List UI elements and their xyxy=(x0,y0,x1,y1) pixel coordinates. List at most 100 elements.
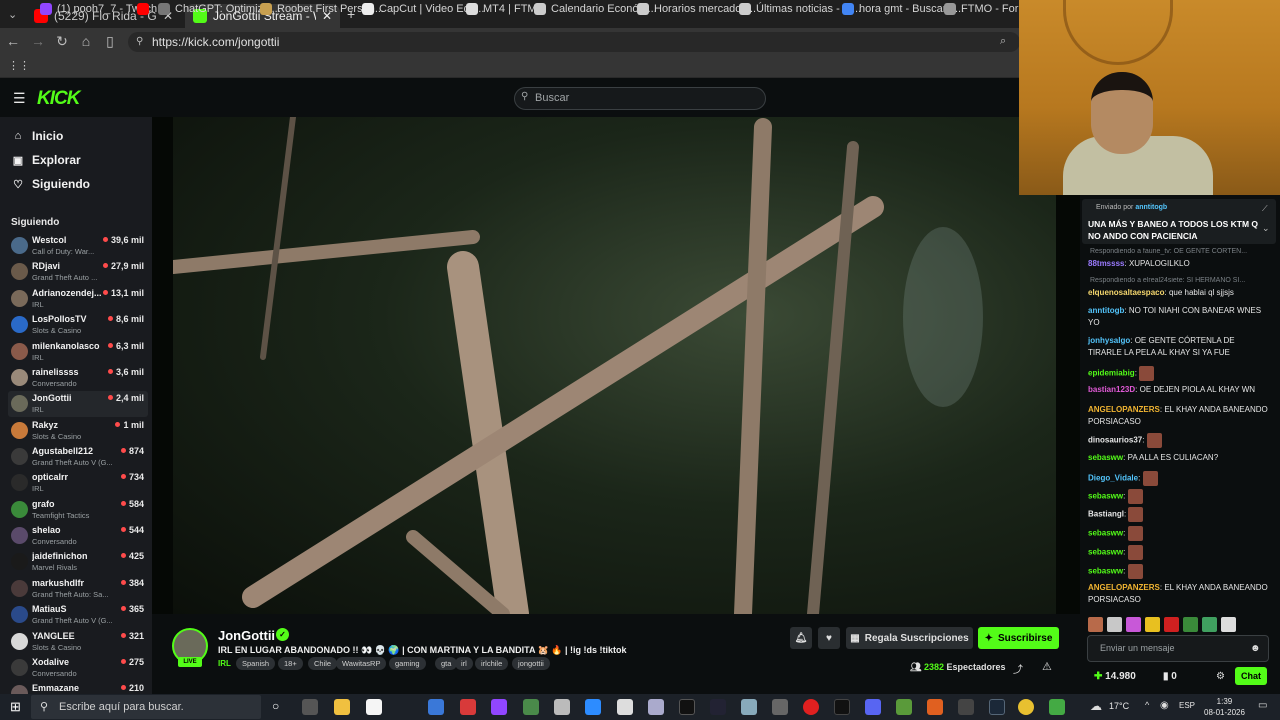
chat-message[interactable]: bastian123D: OE DEJEN PIOLA AL KHAY WN xyxy=(1088,384,1270,396)
back-icon[interactable]: ← xyxy=(4,33,22,49)
chat-username[interactable]: Bastiangl xyxy=(1088,510,1124,519)
sidebar-item-channel[interactable]: milenkanolasco IRL 6,3 mil xyxy=(8,339,148,365)
tab-search-icon[interactable]: ⌄ xyxy=(8,8,17,21)
steam-icon[interactable] xyxy=(989,699,1005,715)
search-input[interactable]: Buscar xyxy=(514,87,766,110)
share-icon[interactable]: ⤴ xyxy=(1013,661,1023,676)
chat-username[interactable]: elquenosaltaespaco xyxy=(1088,288,1164,297)
chat-message[interactable]: anntitogb: NO TOI NIAHI CON BANEAR WNES … xyxy=(1088,305,1270,329)
task-view-icon[interactable]: ○ xyxy=(272,699,279,713)
chat-message[interactable]: dinosaurios37: xyxy=(1088,433,1270,448)
emote-icon[interactable] xyxy=(1221,617,1236,632)
opera-icon[interactable] xyxy=(803,699,819,715)
clock[interactable]: 1:39 08-01-2026 xyxy=(1204,696,1245,718)
chat-message[interactable]: sebasww: xyxy=(1088,545,1270,560)
stream-tag[interactable]: WawitasRP xyxy=(336,657,387,670)
sidebar-item-channel[interactable]: Xodalive Conversando 275 xyxy=(8,655,148,681)
chat-message[interactable]: sebasww: xyxy=(1088,526,1270,541)
chrome-icon[interactable] xyxy=(1018,699,1034,715)
taskbar-app-icon[interactable] xyxy=(741,699,757,715)
video-player[interactable] xyxy=(152,117,1080,614)
taskbar-app-icon[interactable] xyxy=(648,699,664,715)
sidebar-item-channel[interactable]: markushdlfr Grand Theft Auto: Sa... 384 xyxy=(8,576,148,602)
chat-message[interactable]: ANGELOPANZERS: EL KHAY ANDA BANEANDO POR… xyxy=(1088,404,1270,428)
taskbar-app-icon[interactable] xyxy=(523,699,539,715)
sidebar-item-channel[interactable]: RDjavi Grand Theft Auto ... 27,9 mil xyxy=(8,259,148,285)
chat-message[interactable]: sebasww: xyxy=(1088,564,1270,579)
chat-message[interactable]: sebasww: PA ALLA ES CULIACAN? xyxy=(1088,452,1270,464)
home-icon[interactable]: ⌂ xyxy=(77,33,95,49)
sidebar-item-channel[interactable]: YANGLEE Slots & Casino 321 xyxy=(8,629,148,655)
emote-icon[interactable] xyxy=(1145,617,1160,632)
taskbar-app-icon[interactable] xyxy=(428,699,444,715)
stream-tag[interactable]: irlchile xyxy=(475,657,509,670)
chat-username[interactable]: Diego_Vidale xyxy=(1088,474,1138,483)
sidebar-item-channel[interactable]: rainelissss Conversando 3,6 mil xyxy=(8,365,148,391)
sidebar-item-channel[interactable]: Agustabell212 Grand Theft Auto V (G... 874 xyxy=(8,444,148,470)
sidebar-item-channel[interactable]: shelao Conversando 544 xyxy=(8,523,148,549)
chat-input[interactable]: Enviar un mensaje xyxy=(1087,635,1269,662)
chat-username[interactable]: bastian123D xyxy=(1088,385,1135,394)
address-bar[interactable]: https://kick.com/jongottii xyxy=(128,32,1020,52)
secondary-points[interactable]: ▮ 0 xyxy=(1163,671,1177,682)
sidebar-toggle-icon[interactable]: ▯ xyxy=(101,33,119,50)
sidebar-item-inicio[interactable]: ⌂ Inicio xyxy=(12,129,64,143)
stream-tag[interactable]: Spanish xyxy=(236,657,276,670)
tray-chevron-icon[interactable]: ^ xyxy=(1145,700,1149,710)
windows-icon[interactable]: ⊞ xyxy=(10,699,21,715)
chat-username[interactable]: ANGELOPANZERS xyxy=(1088,583,1160,592)
chevron-down-icon[interactable]: ⌄ xyxy=(1262,223,1270,234)
taskbar-app-icon[interactable] xyxy=(710,699,726,715)
stream-tag[interactable]: 18+ xyxy=(278,657,303,670)
stream-tag[interactable]: jongottii xyxy=(512,657,550,670)
chat-message[interactable]: jonhysalgo: OE GENTE CÓRTENLA DE TIRARLE… xyxy=(1088,335,1270,359)
notifications-button[interactable]: 🔔︎ xyxy=(790,627,812,649)
chat-message[interactable]: Bastiangl: xyxy=(1088,507,1270,522)
chat-message[interactable]: sebasww: xyxy=(1088,489,1270,504)
sidebar-item-siguiendo[interactable]: ♡ Siguiendo xyxy=(12,177,90,191)
subscribe-button[interactable]: ✦ Suscribirse xyxy=(978,627,1059,649)
chat-username[interactable]: sebasww xyxy=(1088,453,1123,462)
language[interactable]: ESP xyxy=(1179,701,1195,710)
notification-icon[interactable]: ▭ xyxy=(1258,700,1267,711)
chat-username[interactable]: ANGELOPANZERS xyxy=(1088,405,1160,414)
taskbar-app-icon[interactable] xyxy=(460,699,476,715)
chat-message[interactable]: epidemiabig: xyxy=(1088,366,1270,381)
zoom-app-icon[interactable] xyxy=(585,699,601,715)
follow-button[interactable]: ♥ xyxy=(818,627,840,649)
minecraft-icon[interactable] xyxy=(896,699,912,715)
pinned-message[interactable]: Enviado por anntitogb UNA MÁS Y BANEO A … xyxy=(1082,199,1276,244)
chat-message[interactable]: ANGELOPANZERS: EL KHAY ANDA BANEANDO POR… xyxy=(1088,582,1270,606)
chat-username[interactable]: sebasww xyxy=(1088,492,1123,501)
site-info-icon[interactable]: ⚲ xyxy=(136,36,143,47)
file-explorer-icon[interactable] xyxy=(334,699,350,715)
emote-icon[interactable] xyxy=(1088,617,1103,632)
chat-username[interactable]: dinosaurios37 xyxy=(1088,436,1142,445)
report-icon[interactable]: ⚠ xyxy=(1042,660,1052,673)
reload-icon[interactable]: ↻ xyxy=(53,33,71,50)
discord-icon[interactable] xyxy=(865,699,881,715)
chat-message[interactable]: elquenosaltaespaco: que hablai ql sjjsjs xyxy=(1088,287,1270,299)
sidebar-item-channel[interactable]: grafo Teamfight Tactics 584 xyxy=(8,497,148,523)
bookmark[interactable] xyxy=(137,3,154,15)
send-chat-button[interactable]: Chat xyxy=(1235,667,1267,685)
sidebar-item-channel[interactable]: Westcol Call of Duty: War... 39,6 mil xyxy=(8,233,148,259)
emote-icon[interactable] xyxy=(1183,617,1198,632)
chat-username[interactable]: anntitogb xyxy=(1088,306,1124,315)
twitch-icon[interactable] xyxy=(491,699,507,715)
streamer-name[interactable]: JonGottii xyxy=(218,628,275,643)
category-link[interactable]: IRL xyxy=(218,659,231,668)
taskbar-app-icon[interactable] xyxy=(927,699,943,715)
notepad-icon[interactable] xyxy=(366,699,382,715)
taskbar-app-icon[interactable] xyxy=(772,699,788,715)
zoom-icon[interactable]: ⌕ xyxy=(1000,35,1006,48)
emote-icon[interactable] xyxy=(1202,617,1217,632)
chat-username[interactable]: sebasww xyxy=(1088,548,1123,557)
taskbar-app-icon[interactable] xyxy=(679,699,695,715)
apps-icon[interactable]: ⋮⋮ xyxy=(8,59,30,72)
menu-icon[interactable]: ☰ xyxy=(13,90,26,107)
taskbar-app-icon[interactable] xyxy=(958,699,974,715)
taskbar-app-icon[interactable] xyxy=(554,699,570,715)
taskbar-search[interactable]: Escribe aquí para buscar. xyxy=(31,695,261,719)
chat-username[interactable]: epidemiabig xyxy=(1088,369,1135,378)
